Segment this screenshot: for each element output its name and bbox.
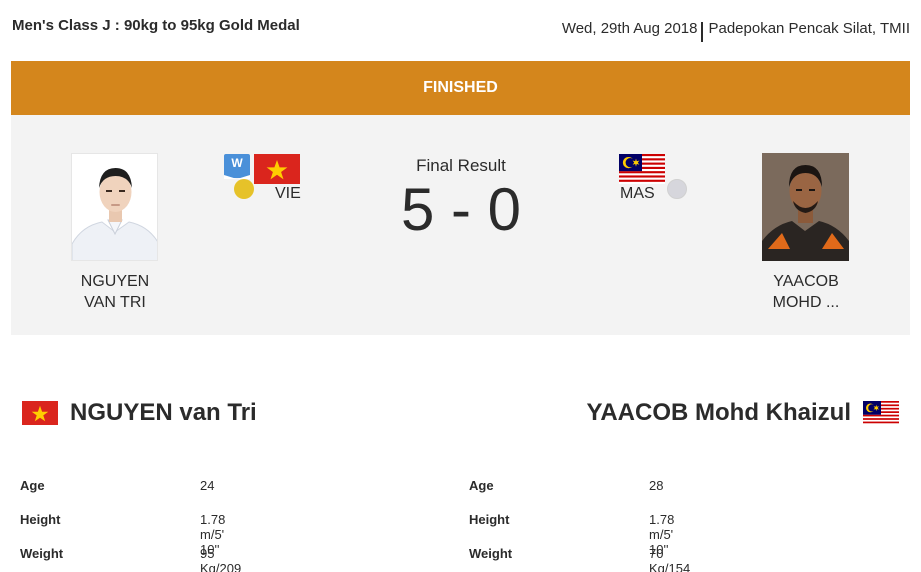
stat-value: 95 Kg/209 lbs [200, 546, 242, 572]
event-meta: Wed, 29th Aug 2018 Padepokan Pencak Sila… [561, 17, 910, 42]
avatar-right-icon [762, 153, 849, 261]
country-code-right: MAS [620, 185, 655, 202]
stat-value: 24 [200, 478, 215, 493]
event-venue: Padepokan Pencak Silat, TMII [708, 19, 910, 37]
athlete-detail-header-right: YAACOB Mohd Khaizul [587, 399, 899, 427]
event-date: Wed, 29th Aug 2018 [561, 19, 698, 37]
athlete-full-name-left[interactable]: NGUYEN van Tri [70, 399, 257, 427]
stat-value: 28 [649, 478, 664, 493]
stat-label: Height [20, 512, 61, 527]
winner-badge-label: W [231, 156, 243, 170]
athlete-short-name-left-line1: NGUYEN [80, 273, 150, 290]
malaysia-flag-icon [863, 401, 899, 425]
stat-value: 70 Kg/154 lbs [649, 546, 691, 572]
match-score: 5 - 0 [400, 176, 522, 243]
athlete-short-name-left: NGUYEN VAN TRI [45, 271, 185, 313]
stat-label: Age [20, 478, 45, 493]
athlete-short-name-right-line1: YAACOB [773, 273, 839, 290]
match-panel: NGUYEN VAN TRI W VIE Final Result 5 - 0 … [11, 115, 910, 335]
stat-label: Age [469, 478, 494, 493]
winner-badge: W [224, 154, 250, 178]
event-title: Men's Class J : 90kg to 95kg Gold Medal [12, 17, 300, 34]
athlete-photo-left[interactable] [71, 153, 158, 261]
vietnam-flag-icon [22, 401, 58, 425]
stat-label: Weight [20, 546, 64, 561]
vietnam-flag-icon [254, 154, 300, 184]
avatar-left-icon [72, 154, 157, 260]
stat-label: Weight [469, 546, 513, 561]
match-status-bar: FINISHED [11, 61, 910, 115]
match-status-label: FINISHED [423, 79, 498, 96]
gold-medal-icon [234, 179, 254, 199]
result-label: Final Result [416, 156, 506, 175]
athlete-short-name-right-line2: MOHD ... [772, 294, 840, 311]
athlete-detail-header-left: NGUYEN van Tri [22, 399, 257, 427]
athlete-photo-right[interactable] [762, 153, 849, 261]
silver-medal-icon [667, 179, 687, 199]
athlete-short-name-left-line2: VAN TRI [84, 294, 146, 311]
athlete-full-name-right[interactable]: YAACOB Mohd Khaizul [587, 399, 851, 427]
event-header: Men's Class J : 90kg to 95kg Gold Medal … [0, 0, 921, 52]
athlete-short-name-right: YAACOB MOHD ... [736, 271, 876, 313]
country-code-left: VIE [275, 185, 301, 202]
malaysia-flag-icon [619, 154, 665, 184]
stat-label: Height [469, 512, 510, 527]
meta-divider [701, 22, 704, 42]
